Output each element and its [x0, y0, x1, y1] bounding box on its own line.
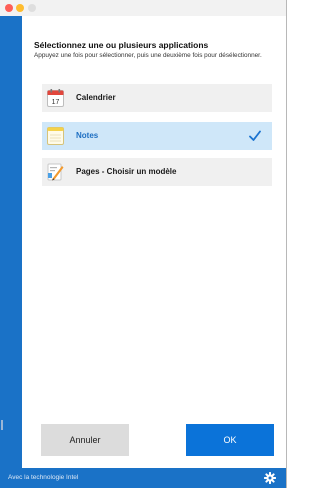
- app-row-calendar[interactable]: 17 Calendrier: [42, 84, 272, 112]
- app-row-pages[interactable]: Pages - Choisir un modèle: [42, 158, 272, 186]
- calendar-icon: 17: [47, 89, 64, 107]
- powered-by-label: Avec la technologie Intel: [8, 474, 79, 481]
- close-window-button[interactable]: [5, 4, 13, 12]
- app-label-pages: Pages - Choisir un modèle: [76, 167, 177, 176]
- dialog-instructions: Appuyez une fois pour sélectionner, puis…: [34, 52, 262, 59]
- checkmark-icon: [249, 130, 261, 141]
- edge-marker: [1, 420, 3, 430]
- title-bar[interactable]: [0, 0, 286, 16]
- minimize-window-button[interactable]: [16, 4, 24, 12]
- dialog-heading: Sélectionnez une ou plusieurs applicatio…: [34, 40, 209, 50]
- zoom-window-button[interactable]: [28, 4, 36, 12]
- cancel-button[interactable]: Annuler: [41, 424, 129, 456]
- gear-icon[interactable]: [264, 472, 276, 484]
- notes-icon: [47, 127, 64, 145]
- pages-icon: [47, 163, 64, 181]
- calendar-day-label: 17: [52, 99, 60, 106]
- app-window: Sélectionnez une ou plusieurs applicatio…: [0, 0, 287, 488]
- app-label-calendar: Calendrier: [76, 93, 116, 102]
- app-label-notes: Notes: [76, 131, 99, 140]
- app-row-notes[interactable]: Notes: [42, 122, 272, 150]
- ok-button[interactable]: OK: [186, 424, 274, 456]
